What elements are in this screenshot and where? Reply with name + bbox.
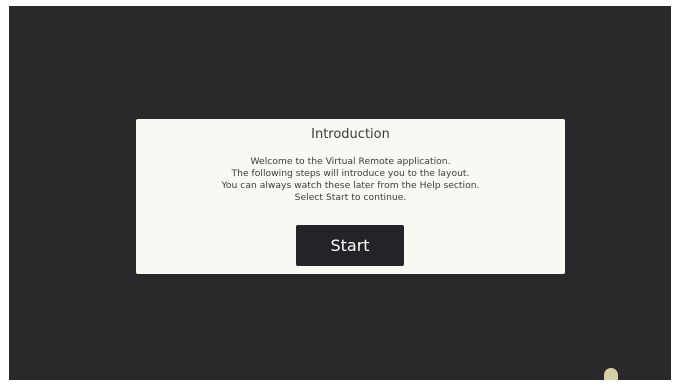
- app-screen: Introduction Welcome to the Virtual Remo…: [9, 6, 671, 380]
- message-line: Select Start to continue.: [294, 192, 407, 203]
- half-circle-indicator-icon: [604, 368, 618, 380]
- start-button[interactable]: Start: [296, 225, 404, 266]
- dialog-title: Introduction: [311, 127, 390, 142]
- message-line: Welcome to the Virtual Remote applicatio…: [250, 156, 451, 167]
- introduction-dialog: Introduction Welcome to the Virtual Remo…: [136, 119, 565, 274]
- dialog-message: Welcome to the Virtual Remote applicatio…: [136, 156, 565, 204]
- message-line: You can always watch these later from th…: [221, 180, 480, 191]
- message-line: The following steps will introduce you t…: [231, 168, 470, 179]
